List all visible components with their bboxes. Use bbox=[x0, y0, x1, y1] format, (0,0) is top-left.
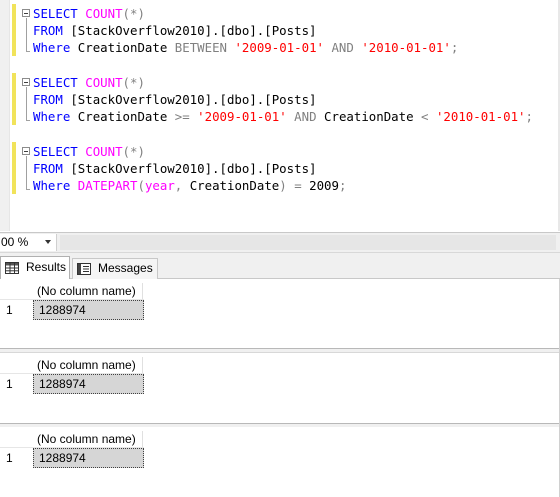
sql-identifier: CreationDate bbox=[77, 40, 168, 55]
code-line[interactable]: FROM [StackOverflow2010].[dbo].[Posts] bbox=[33, 22, 317, 39]
code-line[interactable]: SELECT COUNT(*) bbox=[33, 74, 145, 91]
tab-results[interactable]: Results bbox=[0, 256, 70, 279]
sql-identifier: [StackOverflow2010].[dbo].[Posts] bbox=[70, 23, 317, 38]
tab-messages-label: Messages bbox=[98, 261, 153, 275]
zoom-dropdown[interactable]: 00 % bbox=[0, 234, 57, 251]
sql-identifier: CreationDate bbox=[189, 178, 280, 193]
fold-guide bbox=[26, 156, 27, 189]
code-line[interactable]: Where CreationDate BETWEEN '2009-01-01' … bbox=[33, 39, 458, 56]
sql-keyword: Where bbox=[33, 109, 71, 124]
row-number[interactable]: 1 bbox=[0, 300, 32, 320]
result-cell[interactable]: 1288974 bbox=[33, 448, 144, 468]
sql-keyword: FROM bbox=[33, 92, 63, 107]
sql-keyword: SELECT bbox=[33, 75, 78, 90]
sql-keyword: Where bbox=[33, 40, 71, 55]
sql-function: COUNT bbox=[85, 144, 123, 159]
collapse-toggle-icon[interactable] bbox=[22, 78, 30, 86]
column-header[interactable]: (No column name) bbox=[33, 357, 143, 373]
code-line[interactable]: Where DATEPART(year, CreationDate) = 200… bbox=[33, 177, 346, 194]
column-header[interactable]: (No column name) bbox=[33, 431, 143, 447]
sql-function: COUNT bbox=[85, 75, 123, 90]
sql-operator: ; bbox=[450, 40, 459, 55]
sql-operator: (*) bbox=[122, 144, 145, 159]
sql-operator: ( bbox=[137, 178, 145, 193]
code-line[interactable]: SELECT COUNT(*) bbox=[33, 5, 145, 22]
fold-guide-end bbox=[26, 189, 30, 190]
tab-results-label: Results bbox=[26, 260, 67, 274]
change-indicator bbox=[12, 142, 16, 194]
sql-string: '2010-01-01' bbox=[435, 109, 526, 124]
sql-keyword: FROM bbox=[33, 23, 63, 38]
change-indicator bbox=[12, 73, 16, 125]
column-header[interactable]: (No column name) bbox=[33, 283, 143, 299]
code-line[interactable]: Where CreationDate >= '2009-01-01' AND C… bbox=[33, 108, 533, 125]
result-grid[interactable]: (No column name) 1 1288974 bbox=[0, 353, 560, 423]
sql-identifier: CreationDate bbox=[77, 109, 168, 124]
sql-identifier: [StackOverflow2010].[dbo].[Posts] bbox=[70, 161, 317, 176]
fold-guide-end bbox=[26, 51, 30, 52]
sql-identifier: CreationDate bbox=[324, 109, 414, 124]
sql-operator: (*) bbox=[122, 6, 145, 21]
sql-operator: ; bbox=[338, 178, 347, 193]
sql-operator: , bbox=[174, 178, 183, 193]
tab-messages[interactable]: Messages bbox=[72, 258, 158, 279]
fold-guide bbox=[26, 87, 27, 120]
sql-function: COUNT bbox=[85, 6, 123, 21]
sql-number: 2009 bbox=[309, 178, 339, 193]
sql-operator: ) bbox=[279, 178, 287, 193]
sql-string: '2009-01-01' bbox=[197, 109, 287, 124]
sql-datepart-arg: year bbox=[144, 178, 175, 193]
fold-guide bbox=[26, 18, 27, 51]
messages-icon bbox=[77, 263, 91, 275]
collapse-toggle-icon[interactable] bbox=[22, 9, 30, 17]
sql-keyword: FROM bbox=[33, 161, 63, 176]
editor-status-bar: 00 % bbox=[0, 232, 560, 253]
sql-operator: AND bbox=[331, 40, 354, 55]
sql-keyword: SELECT bbox=[33, 6, 78, 21]
sql-operator: AND bbox=[294, 109, 317, 124]
fold-guide-end bbox=[26, 120, 30, 121]
results-tabstrip: Results Messages bbox=[0, 253, 560, 279]
result-cell[interactable]: 1288974 bbox=[33, 374, 144, 394]
sql-operator: >= bbox=[174, 109, 190, 124]
code-line[interactable]: SELECT COUNT(*) bbox=[33, 143, 145, 160]
sql-string: '2010-01-01' bbox=[361, 40, 451, 55]
sql-operator: ; bbox=[525, 109, 533, 124]
change-indicator bbox=[12, 4, 16, 56]
results-pane: (No column name) 1 1288974 (No column na… bbox=[0, 279, 560, 497]
collapse-toggle-icon[interactable] bbox=[22, 147, 30, 155]
code-line[interactable]: FROM [StackOverflow2010].[dbo].[Posts] bbox=[33, 91, 317, 108]
horizontal-scrollbar[interactable] bbox=[60, 235, 556, 250]
editor-gutter bbox=[0, 0, 10, 231]
result-grid[interactable]: (No column name) 1 1288974 bbox=[0, 279, 560, 347]
sql-function: DATEPART bbox=[77, 178, 138, 193]
sql-editor[interactable]: SELECT COUNT(*) FROM [StackOverflow2010]… bbox=[0, 0, 560, 231]
row-number[interactable]: 1 bbox=[0, 448, 32, 468]
zoom-value: 00 % bbox=[1, 235, 29, 249]
sql-operator: < bbox=[421, 109, 429, 124]
result-grid[interactable]: (No column name) 1 1288974 bbox=[0, 427, 560, 497]
sql-keyword: Where bbox=[33, 178, 71, 193]
grid-icon bbox=[5, 262, 19, 274]
sql-operator: BETWEEN bbox=[174, 40, 227, 55]
sql-operator: = bbox=[294, 178, 302, 193]
sql-string: '2009-01-01' bbox=[234, 40, 324, 55]
result-cell[interactable]: 1288974 bbox=[33, 300, 144, 320]
sql-operator: (*) bbox=[122, 75, 145, 90]
sql-keyword: SELECT bbox=[33, 144, 78, 159]
row-number[interactable]: 1 bbox=[0, 374, 32, 394]
chevron-down-icon[interactable] bbox=[45, 240, 51, 244]
sql-identifier: [StackOverflow2010].[dbo].[Posts] bbox=[70, 92, 317, 107]
code-line[interactable]: FROM [StackOverflow2010].[dbo].[Posts] bbox=[33, 160, 317, 177]
